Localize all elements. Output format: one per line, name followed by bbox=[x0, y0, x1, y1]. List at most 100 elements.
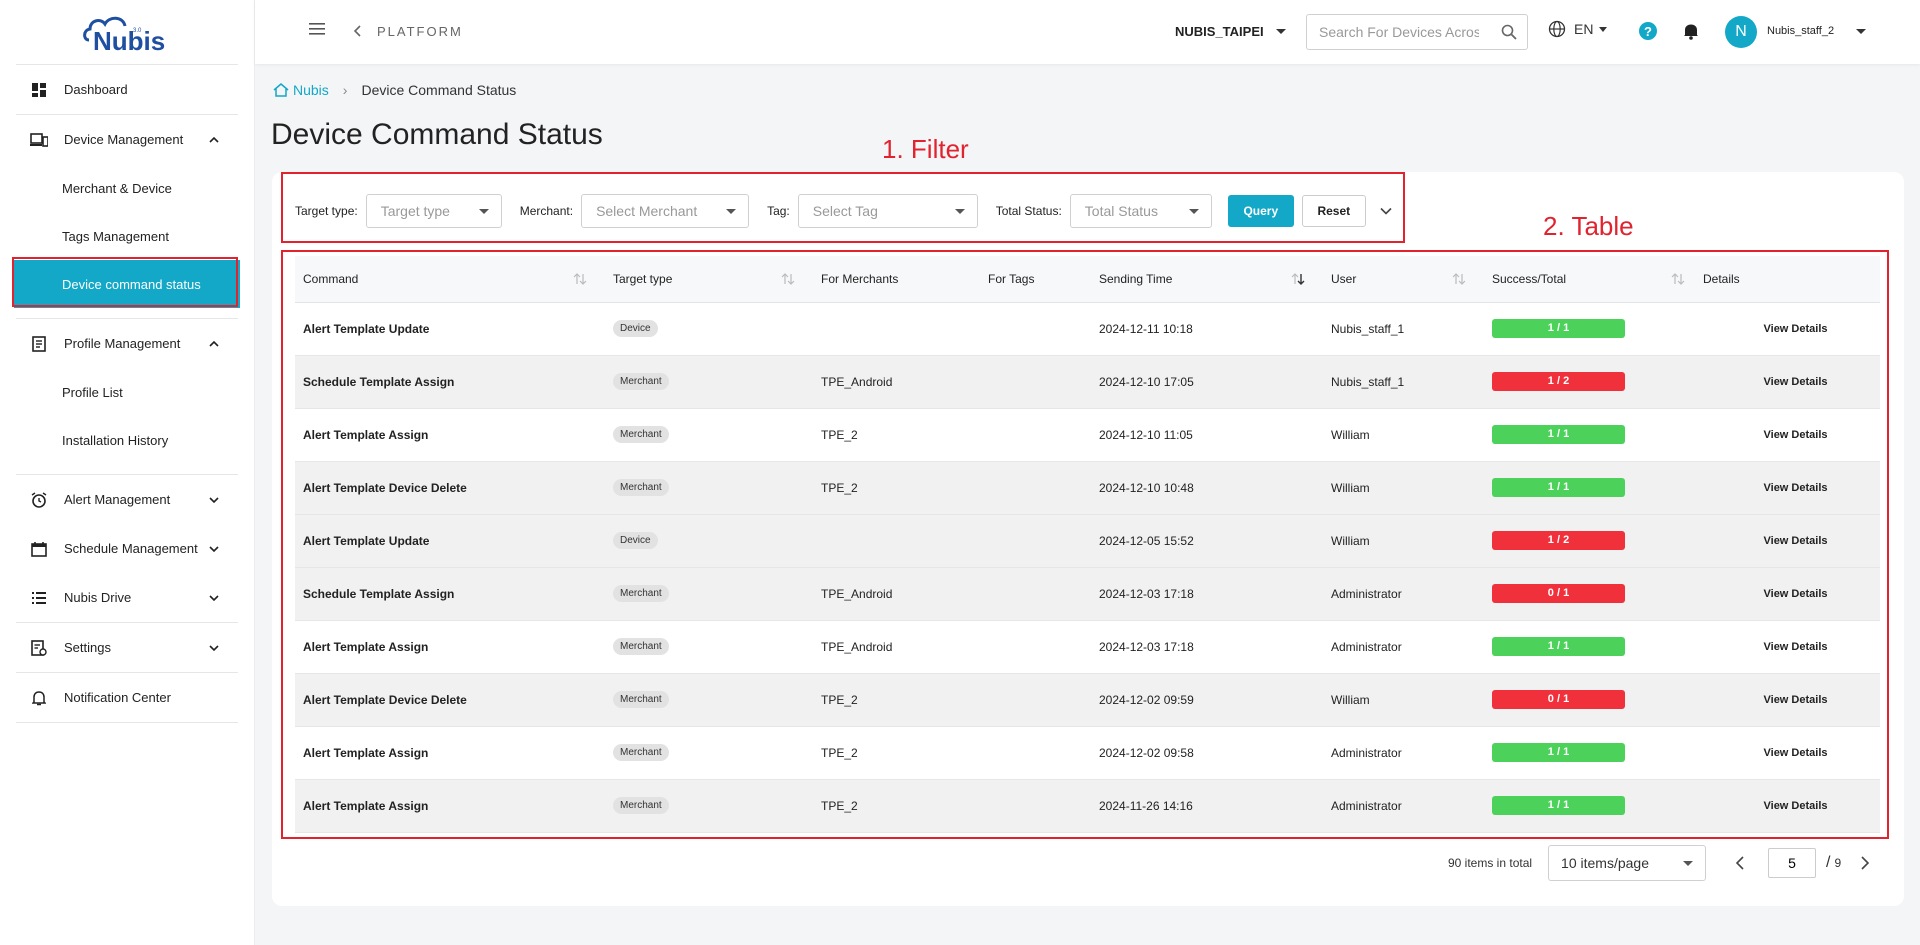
cell-merchant bbox=[813, 514, 980, 568]
chevron-left-icon[interactable] bbox=[353, 24, 365, 38]
language-selector[interactable]: EN bbox=[1548, 20, 1608, 38]
cell-user: Administrator bbox=[1323, 779, 1484, 833]
tag-select[interactable]: Select Tag bbox=[797, 194, 978, 228]
cell-command: Alert Template Update bbox=[295, 302, 605, 356]
view-details-link[interactable]: View Details bbox=[1703, 567, 1880, 621]
user-menu[interactable]: Nubis_staff_2 bbox=[1767, 25, 1867, 37]
query-button[interactable]: Query bbox=[1227, 195, 1294, 227]
table-body: Alert Template Update Device 2024-12-11 10… bbox=[295, 302, 1880, 833]
avatar[interactable]: N bbox=[1725, 16, 1757, 48]
column-header-for-tags: For Tags bbox=[980, 256, 1091, 303]
view-details-link[interactable]: View Details bbox=[1703, 779, 1880, 833]
prev-page-icon[interactable] bbox=[1730, 853, 1750, 873]
total-status-select[interactable]: Total Status bbox=[1069, 194, 1212, 228]
page-title: Device Command Status bbox=[271, 118, 603, 151]
sidebar-item-notification-center[interactable]: Notification Center bbox=[16, 673, 238, 722]
view-details-link[interactable]: View Details bbox=[1703, 726, 1880, 780]
sidebar-item-device-management[interactable]: Device Management bbox=[16, 115, 238, 164]
view-details-link[interactable]: View Details bbox=[1703, 673, 1880, 727]
reset-button[interactable]: Reset bbox=[1301, 195, 1366, 227]
breadcrumb-home[interactable]: Nubis bbox=[273, 82, 329, 98]
view-details-link[interactable]: View Details bbox=[1703, 514, 1880, 568]
column-header-command[interactable]: Command bbox=[295, 256, 605, 303]
cell-user: Administrator bbox=[1323, 620, 1484, 674]
sidebar-item-device-command-status[interactable]: Device command status bbox=[14, 260, 240, 308]
cell-sending-time: 2024-12-05 15:52 bbox=[1091, 514, 1323, 568]
column-header-target-type[interactable]: Target type bbox=[605, 256, 813, 303]
status-bar: 1 / 1 bbox=[1492, 743, 1625, 762]
status-bar: 1 / 1 bbox=[1492, 319, 1625, 338]
cell-sending-time: 2024-12-03 17:18 bbox=[1091, 567, 1323, 621]
pagination: 90 items in total 10 items/page / 9 bbox=[1448, 845, 1875, 881]
column-header-user[interactable]: User bbox=[1323, 256, 1484, 303]
search-input[interactable] bbox=[1319, 24, 1479, 40]
cell-command: Alert Template Device Delete bbox=[295, 461, 605, 515]
nubis-logo[interactable]: Nubis 3.0 bbox=[0, 0, 254, 64]
page-size-select[interactable]: 10 items/page bbox=[1548, 845, 1707, 881]
org-selector[interactable]: NUBIS_TAIPEI bbox=[1175, 24, 1286, 39]
tag-label: Tag: bbox=[767, 204, 790, 218]
table-row: Alert Template Device Delete Merchant TPE_… bbox=[295, 673, 1880, 727]
merchant-select[interactable]: Select Merchant bbox=[581, 194, 750, 228]
target-type-tag: Device bbox=[613, 320, 658, 337]
sidebar-item-nubis-drive[interactable]: Nubis Drive bbox=[16, 573, 238, 622]
cell-target-type: Device bbox=[605, 302, 813, 356]
search-icon[interactable] bbox=[1501, 24, 1517, 45]
next-page-icon[interactable] bbox=[1855, 853, 1875, 873]
calendar-icon bbox=[30, 540, 48, 558]
cell-success-total: 1 / 2 bbox=[1484, 514, 1703, 568]
sidebar-item-profile-management[interactable]: Profile Management bbox=[16, 319, 238, 368]
menu-icon[interactable] bbox=[309, 22, 327, 40]
sort-icon[interactable] bbox=[1452, 273, 1466, 285]
view-details-link[interactable]: View Details bbox=[1703, 302, 1880, 356]
cell-target-type: Merchant bbox=[605, 779, 813, 833]
sidebar-item-schedule-management[interactable]: Schedule Management bbox=[16, 524, 238, 573]
table-row: Alert Template Update Device 2024-12-11 10… bbox=[295, 302, 1880, 356]
table-row: Alert Template Device Delete Merchant TPE_… bbox=[295, 461, 1880, 515]
cell-tags bbox=[980, 408, 1091, 462]
chevron-up-icon bbox=[208, 134, 220, 146]
help-icon[interactable]: ? bbox=[1639, 22, 1657, 40]
sort-icon[interactable] bbox=[1671, 273, 1685, 285]
total-items: 90 items in total bbox=[1448, 856, 1533, 870]
page-number-input[interactable] bbox=[1768, 848, 1817, 878]
cell-command: Alert Template Assign bbox=[295, 779, 605, 833]
target-type-tag: Merchant bbox=[613, 585, 669, 602]
view-details-link[interactable]: View Details bbox=[1703, 408, 1880, 462]
view-details-link[interactable]: View Details bbox=[1703, 620, 1880, 674]
cell-sending-time: 2024-12-10 17:05 bbox=[1091, 355, 1323, 409]
view-details-link[interactable]: View Details bbox=[1703, 461, 1880, 515]
cell-user: Nubis_staff_1 bbox=[1323, 302, 1484, 356]
section-label: PLATFORM bbox=[377, 24, 463, 39]
sidebar-item-dashboard[interactable]: Dashboard bbox=[16, 65, 238, 114]
sidebar-item-installation-history[interactable]: Installation History bbox=[16, 416, 238, 464]
cell-command: Alert Template Assign bbox=[295, 620, 605, 674]
sort-desc-icon[interactable] bbox=[1291, 273, 1305, 285]
cell-command: Alert Template Assign bbox=[295, 726, 605, 780]
column-header-sending-time[interactable]: Sending Time bbox=[1091, 256, 1323, 303]
table-row: Schedule Template Assign Merchant TPE_Andr… bbox=[295, 355, 1880, 409]
sidebar-item-profile-list[interactable]: Profile List bbox=[16, 368, 238, 416]
column-header-success-total[interactable]: Success/Total bbox=[1484, 256, 1703, 303]
view-details-link[interactable]: View Details bbox=[1703, 355, 1880, 409]
language-label: EN bbox=[1574, 21, 1594, 37]
logo-text: Nubis bbox=[93, 26, 165, 54]
sidebar-item-settings[interactable]: Settings bbox=[16, 623, 238, 672]
sort-icon[interactable] bbox=[573, 273, 587, 285]
bell-icon[interactable] bbox=[1683, 22, 1699, 45]
page-size-value: 10 items/page bbox=[1561, 855, 1649, 871]
cell-success-total: 0 / 1 bbox=[1484, 673, 1703, 727]
chevron-right-icon: › bbox=[342, 82, 348, 98]
column-header-for-merchants: For Merchants bbox=[813, 256, 980, 303]
cell-merchant: TPE_2 bbox=[813, 726, 980, 780]
target-type-select[interactable]: Target type bbox=[365, 194, 502, 228]
sort-icon[interactable] bbox=[781, 273, 795, 285]
target-type-tag: Device bbox=[613, 532, 658, 549]
target-type-label: Target type: bbox=[295, 204, 358, 218]
chevron-down-icon[interactable] bbox=[1380, 204, 1394, 218]
cell-user: William bbox=[1323, 408, 1484, 462]
sidebar-item-tags-management[interactable]: Tags Management bbox=[16, 212, 238, 260]
sidebar-item-merchant-device[interactable]: Merchant & Device bbox=[16, 164, 238, 212]
status-bar: 1 / 1 bbox=[1492, 478, 1625, 497]
sidebar-item-alert-management[interactable]: Alert Management bbox=[16, 475, 238, 524]
